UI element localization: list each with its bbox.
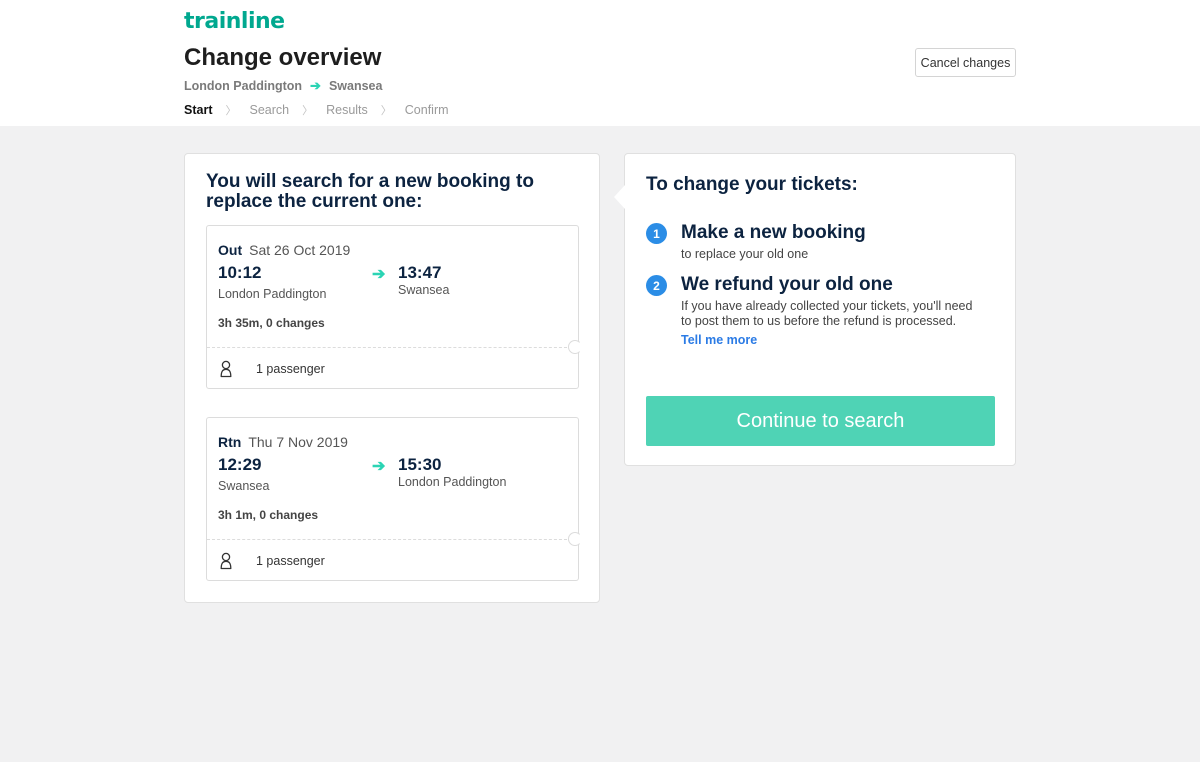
- step-description: If you have already collected your ticke…: [681, 299, 973, 328]
- ticket-notch: [568, 340, 582, 354]
- step-number-badge: 1: [646, 223, 667, 244]
- return-journey: Rtn Thu 7 Nov 2019 12:29 ➔ 15:30 Swansea…: [206, 417, 582, 581]
- person-icon: [220, 360, 232, 378]
- trainline-logo[interactable]: trainline: [184, 9, 285, 34]
- step-results: Results: [326, 103, 368, 117]
- step-title: Make a new booking: [681, 222, 866, 243]
- change-instructions-heading: To change your tickets:: [646, 174, 858, 195]
- route-summary: London Paddington ➔ Swansea: [184, 78, 382, 94]
- chevron-right-icon: 〉: [302, 105, 314, 117]
- chevron-right-icon: 〉: [380, 105, 392, 117]
- current-booking-heading: You will search for a new booking to rep…: [206, 171, 534, 212]
- departure-time: 12:29: [218, 455, 262, 474]
- step-search: Search: [249, 103, 290, 117]
- departure-station: Swansea: [218, 479, 270, 493]
- journey-direction: Out: [218, 242, 243, 258]
- step-number-badge: 2: [646, 275, 667, 296]
- arrow-right-icon: ➔: [310, 78, 321, 93]
- journey-date: Sat 26 Oct 2019: [249, 242, 351, 258]
- journey-duration: 3h 35m, 0 changes: [218, 316, 325, 330]
- tell-me-more-link[interactable]: Tell me more: [681, 333, 757, 347]
- arrival-time: 15:30: [398, 455, 442, 474]
- progress-steps: Start 〉 Search 〉 Results 〉 Confirm: [184, 102, 449, 118]
- person-icon: [220, 552, 232, 570]
- journey-duration: 3h 1m, 0 changes: [218, 508, 319, 522]
- header: trainline Change overview London Padding…: [0, 0, 1200, 126]
- page-title: Change overview: [184, 44, 382, 71]
- journey-date: Thu 7 Nov 2019: [248, 434, 348, 450]
- outbound-journey: Out Sat 26 Oct 2019 10:12 ➔ 13:47 London…: [206, 225, 582, 389]
- continue-to-search-button[interactable]: Continue to search: [646, 396, 995, 446]
- passenger-count: 1 passenger: [256, 362, 325, 376]
- journey-direction: Rtn: [218, 434, 242, 450]
- step-description: to replace your old one: [681, 247, 809, 261]
- cancel-changes-button[interactable]: Cancel changes: [915, 48, 1016, 77]
- step-confirm: Confirm: [404, 103, 449, 117]
- card-pointer: [614, 185, 625, 209]
- ticket-notch: [568, 532, 582, 546]
- arrival-time: 13:47: [398, 263, 442, 282]
- arrival-station: Swansea: [398, 283, 450, 297]
- departure-station: London Paddington: [218, 287, 327, 301]
- route-to: Swansea: [328, 79, 383, 93]
- arrow-right-icon: ➔: [372, 458, 386, 475]
- change-instructions-card: To change your tickets: 1 Make a new boo…: [614, 153, 1016, 466]
- chevron-right-icon: 〉: [225, 105, 237, 117]
- arrow-right-icon: ➔: [372, 266, 386, 283]
- current-booking-card: You will search for a new booking to rep…: [184, 153, 600, 603]
- departure-time: 10:12: [218, 263, 262, 282]
- arrival-station: London Paddington: [398, 475, 507, 489]
- step-title: We refund your old one: [681, 274, 893, 295]
- passenger-count: 1 passenger: [256, 554, 325, 568]
- step-start: Start: [184, 103, 213, 117]
- route-from: London Paddington: [184, 79, 303, 93]
- ticket-divider: [207, 347, 572, 348]
- ticket-divider: [207, 539, 572, 540]
